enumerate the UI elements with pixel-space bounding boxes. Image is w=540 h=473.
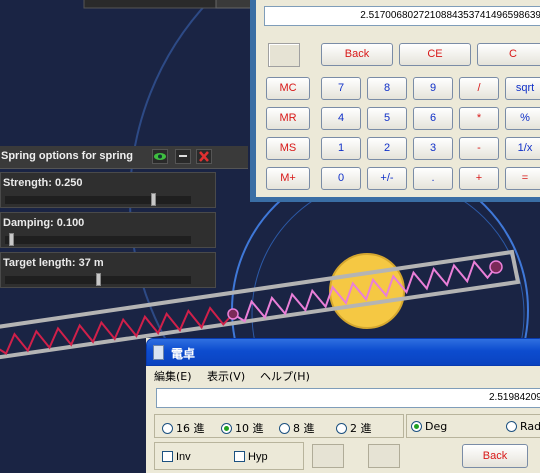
hyp-checkbox[interactable]: Hyp xyxy=(234,451,268,463)
target-length-label: Target length: 37 m xyxy=(3,257,104,269)
radio-rad-label: Rad xyxy=(520,420,540,433)
radio-dec-label: 10 進 xyxy=(235,422,264,435)
radio-hex-label: 16 進 xyxy=(176,422,205,435)
menu-help[interactable]: ヘルプ(H) xyxy=(260,368,310,384)
radio-bin-label: 2 進 xyxy=(350,422,372,435)
calculator-display: 2.5170068027210884353741496598639 xyxy=(264,6,540,26)
memory-indicator xyxy=(268,43,300,67)
n7-button[interactable]: 7 xyxy=(321,77,361,100)
mc-button[interactable]: MC xyxy=(266,77,310,100)
add-button[interactable]: + xyxy=(459,167,499,190)
spring-anchor-left[interactable] xyxy=(227,308,239,320)
ms-button[interactable]: MS xyxy=(266,137,310,160)
target-length-slider-thumb[interactable] xyxy=(96,273,101,286)
radio-dec[interactable]: 10 進 xyxy=(221,420,264,436)
menu-view[interactable]: 表示(V) xyxy=(207,368,245,384)
radio-dot-selected xyxy=(221,423,232,434)
hyp-label: Hyp xyxy=(248,451,268,463)
calculator-display-jp: 2.51984209 xyxy=(156,388,540,408)
checkbox-box xyxy=(162,451,173,462)
blank-indicator-1 xyxy=(312,444,344,468)
radio-dot xyxy=(506,421,517,432)
radio-oct-label: 8 進 xyxy=(293,422,315,435)
mr-button[interactable]: MR xyxy=(266,107,310,130)
ce-button[interactable]: CE xyxy=(399,43,471,66)
minimize-icon[interactable] xyxy=(175,149,191,164)
spring-options-panel: Spring options for spring Strength: 0.25… xyxy=(0,146,248,290)
calculator-window[interactable]: 2.5170068027210884353741496598639 Back CE… xyxy=(250,0,540,202)
inv-checkbox[interactable]: Inv xyxy=(162,451,191,463)
mul-button[interactable]: * xyxy=(459,107,499,130)
strength-label: Strength: 0.250 xyxy=(3,177,83,189)
radio-dot-selected xyxy=(411,421,422,432)
spring-panel-titlebar[interactable]: Spring options for spring xyxy=(0,146,248,169)
radio-hex[interactable]: 16 進 xyxy=(162,420,205,436)
n0-button[interactable]: 0 xyxy=(321,167,361,190)
n2-button[interactable]: 2 xyxy=(367,137,407,160)
calculator-titlebar[interactable]: 電卓 xyxy=(146,338,540,366)
radio-dot xyxy=(162,423,173,434)
strength-slider-track[interactable] xyxy=(5,196,191,204)
mplus-button[interactable]: M+ xyxy=(266,167,310,190)
back-button-jp[interactable]: Back xyxy=(462,444,528,468)
menu-bar: 編集(E) 表示(V) ヘルプ(H) xyxy=(146,366,540,384)
sub-button[interactable]: - xyxy=(459,137,499,160)
eq-button[interactable]: = xyxy=(505,167,540,190)
strength-slider-thumb[interactable] xyxy=(151,193,156,206)
dot-button[interactable]: . xyxy=(413,167,453,190)
radio-deg-label: Deg xyxy=(425,420,448,433)
sun-body[interactable] xyxy=(329,253,405,329)
close-icon[interactable] xyxy=(196,149,212,164)
spring-anchor-right[interactable] xyxy=(489,260,503,274)
n1-button[interactable]: 1 xyxy=(321,137,361,160)
pct-button[interactable]: % xyxy=(505,107,540,130)
n4-button[interactable]: 4 xyxy=(321,107,361,130)
n8-button[interactable]: 8 xyxy=(367,77,407,100)
strength-row: Strength: 0.250 xyxy=(0,172,216,208)
sqrt-button[interactable]: sqrt xyxy=(505,77,540,100)
spring-panel-title: Spring options for spring xyxy=(1,150,133,162)
damping-slider-thumb[interactable] xyxy=(9,233,14,246)
n5-button[interactable]: 5 xyxy=(367,107,407,130)
n6-button[interactable]: 6 xyxy=(413,107,453,130)
back-button[interactable]: Back xyxy=(321,43,393,66)
inv-button[interactable]: 1/x xyxy=(505,137,540,160)
blank-indicator-2 xyxy=(368,444,400,468)
damping-row: Damping: 0.100 xyxy=(0,212,216,248)
checkbox-box xyxy=(234,451,245,462)
calculator-app-icon xyxy=(153,345,164,360)
damping-label: Damping: 0.100 xyxy=(3,217,85,229)
eye-icon[interactable] xyxy=(152,149,168,164)
radio-rad[interactable]: Rad xyxy=(506,420,540,433)
radio-bin[interactable]: 2 進 xyxy=(336,420,372,436)
radio-oct[interactable]: 8 進 xyxy=(279,420,315,436)
inv-label: Inv xyxy=(176,451,191,463)
c-button[interactable]: C xyxy=(477,43,540,66)
damping-slider-track[interactable] xyxy=(5,236,191,244)
radio-dot xyxy=(336,423,347,434)
n9-button[interactable]: 9 xyxy=(413,77,453,100)
n3-button[interactable]: 3 xyxy=(413,137,453,160)
div-button[interactable]: / xyxy=(459,77,499,100)
menu-edit[interactable]: 編集(E) xyxy=(154,368,192,384)
sign-button[interactable]: +/- xyxy=(367,167,407,190)
target-length-row: Target length: 37 m xyxy=(0,252,216,288)
calculator-window-jp[interactable]: 電卓 編集(E) 表示(V) ヘルプ(H) 2.51984209 16 進 10… xyxy=(146,338,540,473)
radio-dot xyxy=(279,423,290,434)
window-title: 電卓 xyxy=(171,347,196,361)
radio-deg[interactable]: Deg xyxy=(411,420,447,433)
